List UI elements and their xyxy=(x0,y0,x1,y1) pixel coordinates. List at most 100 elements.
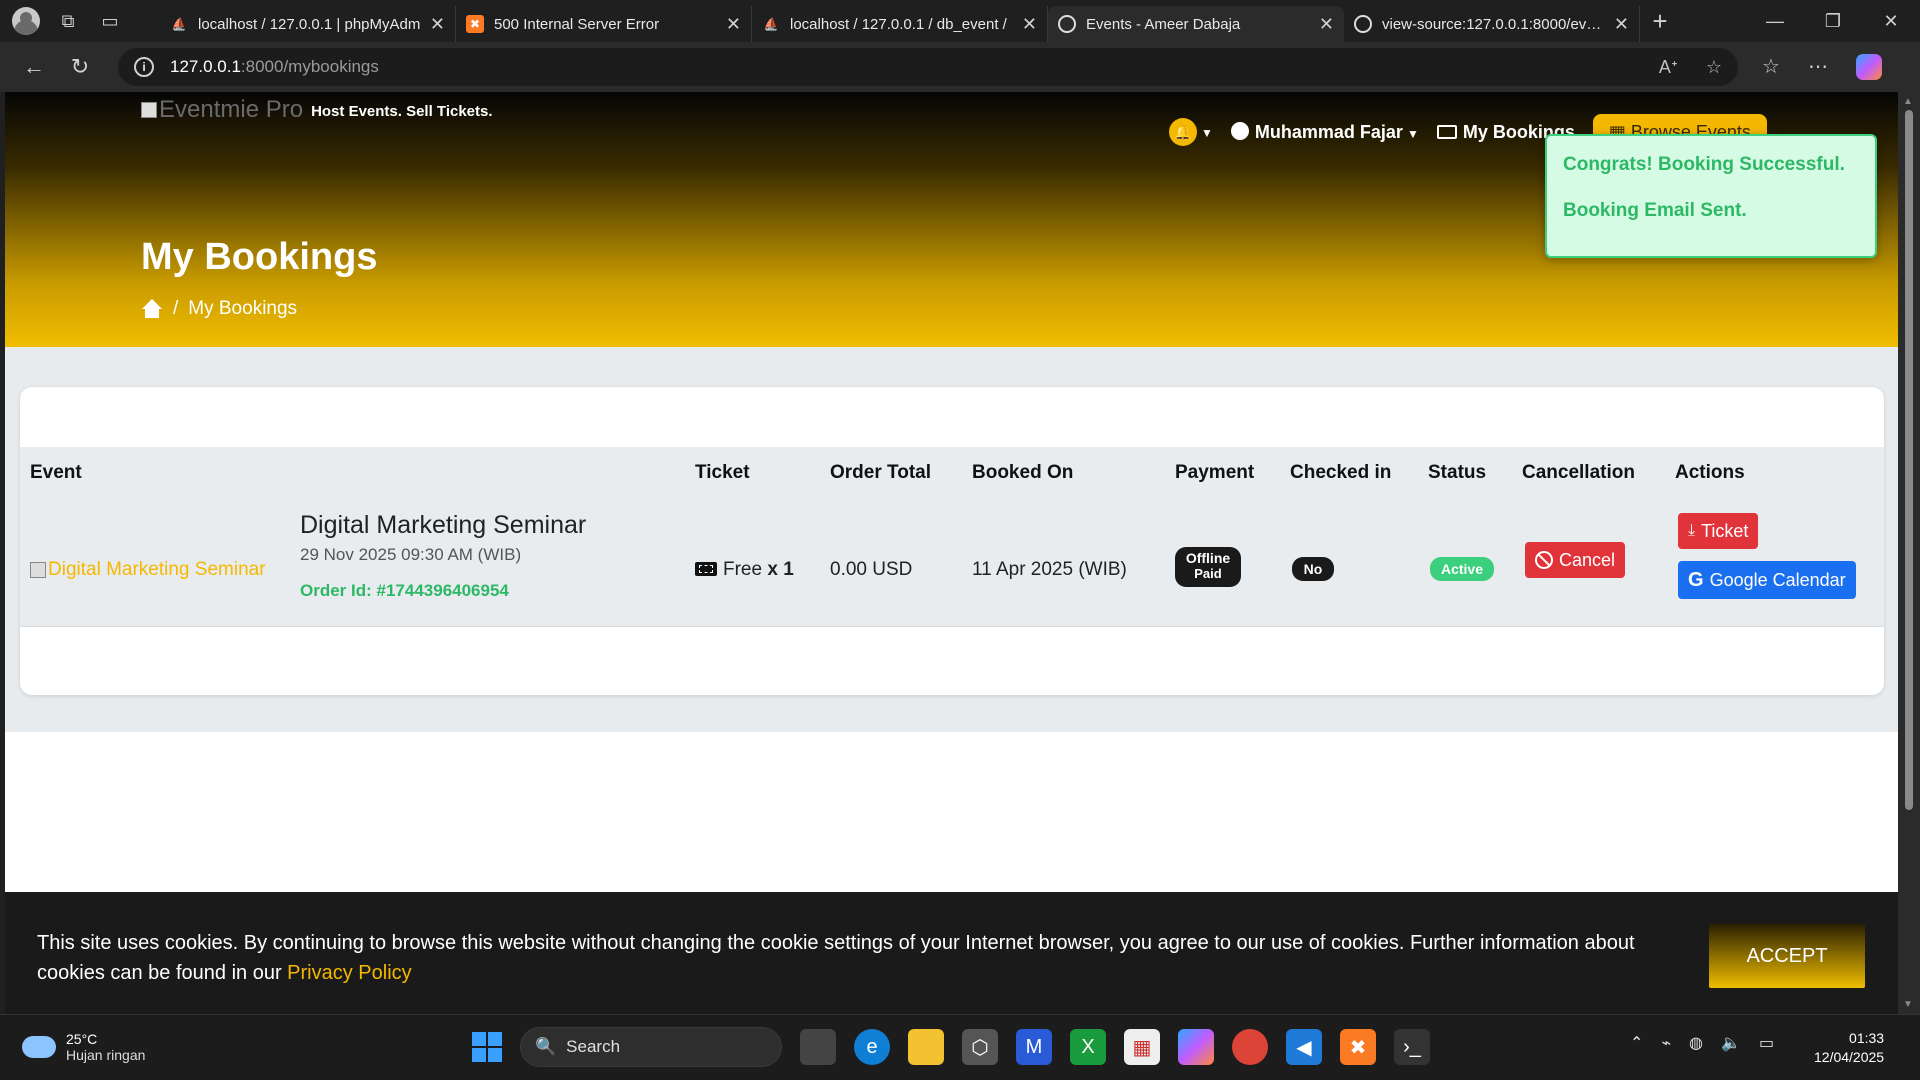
browser-tab-active[interactable]: Events - Ameer Dabaja ✕ xyxy=(1048,6,1344,42)
th-payment: Payment xyxy=(1175,462,1255,483)
cancel-booking-button[interactable]: Cancel xyxy=(1525,542,1626,578)
battery-icon[interactable]: ▭ xyxy=(1759,1033,1774,1053)
th-checked-in: Checked in xyxy=(1290,462,1392,483)
notifications-dropdown[interactable]: 🔔 ▼ xyxy=(1169,118,1213,146)
browser-tab[interactable]: ⛵ localhost / 127.0.0.1 / db_event / ✕ xyxy=(752,6,1048,42)
order-id: Order Id: #1744396406954 xyxy=(300,581,509,600)
page-viewport: Eventmie Pro Host Events. Sell Tickets. … xyxy=(5,92,1898,1014)
address-bar-row: ← ↻ i 127.0.0.1:8000/mybookings Aᐩ ☆ ☆ ⋯ xyxy=(0,42,1920,92)
search-icon: 🔍 xyxy=(535,1037,557,1056)
xampp-app-icon[interactable]: ✖ xyxy=(1340,1029,1376,1065)
vscode-icon[interactable]: ◀ xyxy=(1286,1029,1322,1065)
back-icon[interactable]: ← xyxy=(14,54,54,80)
close-tab-icon[interactable]: ✕ xyxy=(1022,14,1037,35)
breadcrumb-current: My Bookings xyxy=(188,298,298,319)
chrome-icon[interactable] xyxy=(1232,1029,1268,1065)
tab-actions-icon[interactable]: ▭ xyxy=(96,7,124,35)
close-tab-icon[interactable]: ✕ xyxy=(726,14,741,35)
breadcrumb: / My Bookings xyxy=(141,298,297,320)
more-menu-icon[interactable]: ⋯ xyxy=(1808,54,1828,80)
bell-icon: 🔔 xyxy=(1169,118,1197,146)
site-tagline: Host Events. Sell Tickets. xyxy=(311,103,493,120)
globe-icon xyxy=(1354,15,1372,33)
event-date: 29 Nov 2025 09:30 AM (WIB) xyxy=(300,545,522,564)
user-menu[interactable]: Muhammad Fajar ▼ xyxy=(1230,121,1419,143)
google-calendar-button[interactable]: G Google Calendar xyxy=(1678,561,1856,599)
broken-image-icon xyxy=(141,102,157,118)
store-icon[interactable]: ▦ xyxy=(1124,1029,1160,1065)
th-event: Event xyxy=(30,462,82,483)
page-scrollbar[interactable]: ▲ ▼ xyxy=(1898,92,1920,1014)
browser-tab[interactable]: view-source:127.0.0.1:8000/event ✕ xyxy=(1344,6,1640,42)
reload-icon[interactable]: ↻ xyxy=(60,54,100,80)
caret-down-icon: ▼ xyxy=(1201,125,1213,140)
payment-badge: Offline Paid xyxy=(1175,547,1241,587)
app-icon[interactable]: M xyxy=(1016,1029,1052,1065)
scroll-up-icon[interactable]: ▲ xyxy=(1903,96,1913,107)
weather-widget[interactable]: 25°C Hujan ringan xyxy=(22,1031,145,1063)
close-tab-icon[interactable]: ✕ xyxy=(430,14,445,35)
success-toast: Congrats! Booking Successful. Booking Em… xyxy=(1545,134,1877,258)
event-title-link[interactable]: Digital Marketing Seminar xyxy=(300,511,586,540)
bookings-card: Event Ticket Order Total Booked On Payme… xyxy=(20,387,1884,695)
th-order-total: Order Total xyxy=(830,462,931,483)
scrollbar-thumb[interactable] xyxy=(1905,110,1913,810)
th-ticket: Ticket xyxy=(695,462,750,483)
xampp-icon: ✖ xyxy=(466,15,484,33)
system-tray: ⌃ ⌁ ◍ 🔈 ▭ xyxy=(1630,1033,1774,1053)
app-icon[interactable]: ⬡ xyxy=(962,1029,998,1065)
th-booked-on: Booked On xyxy=(972,462,1074,483)
globe-icon[interactable]: ◍ xyxy=(1689,1033,1703,1053)
edge-icon[interactable]: e xyxy=(854,1029,890,1065)
th-actions: Actions xyxy=(1675,462,1745,483)
order-total: 0.00 USD xyxy=(830,559,913,580)
toast-message: Booking Email Sent. xyxy=(1563,200,1747,221)
close-window-icon[interactable]: ✕ xyxy=(1862,11,1920,32)
favorite-star-icon[interactable]: ☆ xyxy=(1706,57,1722,78)
scroll-down-icon[interactable]: ▼ xyxy=(1903,999,1913,1010)
new-tab-button[interactable]: + xyxy=(1640,6,1680,37)
site-logo[interactable]: Eventmie Pro Host Events. Sell Tickets. xyxy=(141,96,493,124)
toast-message: Congrats! Booking Successful. xyxy=(1563,154,1845,175)
copilot-icon[interactable] xyxy=(1855,54,1882,80)
url-input[interactable]: i 127.0.0.1:8000/mybookings Aᐩ ☆ xyxy=(118,48,1738,86)
browser-tab-bar: ⧉ ▭ ⛵ localhost / 127.0.0.1 | phpMyAdm ✕… xyxy=(0,0,1920,42)
privacy-policy-link[interactable]: Privacy Policy xyxy=(287,962,411,984)
home-icon[interactable] xyxy=(141,299,163,319)
workspaces-icon[interactable]: ⧉ xyxy=(54,7,82,35)
terminal-icon[interactable]: ›_ xyxy=(1394,1029,1430,1065)
browser-tab[interactable]: ⛵ localhost / 127.0.0.1 | phpMyAdm ✕ xyxy=(160,6,456,42)
file-explorer-icon[interactable] xyxy=(908,1029,944,1065)
favorites-icon[interactable]: ☆ xyxy=(1762,54,1780,80)
task-view-icon[interactable] xyxy=(800,1029,836,1065)
phpmyadmin-icon: ⛵ xyxy=(171,17,187,31)
volume-icon[interactable]: 🔈 xyxy=(1721,1033,1741,1053)
id-card-icon xyxy=(1436,124,1457,139)
chevron-up-icon[interactable]: ⌃ xyxy=(1630,1033,1643,1053)
download-icon: ⤓ xyxy=(1688,522,1696,539)
xbox-icon[interactable]: X xyxy=(1070,1029,1106,1065)
profile-avatar[interactable] xyxy=(12,7,40,35)
ticket-cell: Free x 1 xyxy=(695,559,794,581)
accept-cookies-button[interactable]: ACCEPT xyxy=(1709,924,1865,988)
read-aloud-icon[interactable]: Aᐩ xyxy=(1659,57,1678,78)
copilot-app-icon[interactable] xyxy=(1178,1029,1214,1065)
close-tab-icon[interactable]: ✕ xyxy=(1319,14,1334,35)
minimize-icon[interactable]: — xyxy=(1746,11,1804,32)
clock[interactable]: 01:33 12/04/2025 xyxy=(1814,1029,1884,1067)
rain-cloud-icon xyxy=(22,1036,56,1058)
phpmyadmin-icon: ⛵ xyxy=(763,17,779,31)
event-image[interactable]: Digital Marketing Seminar xyxy=(30,559,266,581)
download-ticket-button[interactable]: ⤓ Ticket xyxy=(1678,513,1759,549)
checked-in-badge: No xyxy=(1292,557,1334,581)
site-info-icon[interactable]: i xyxy=(134,57,154,77)
start-button[interactable] xyxy=(472,1032,502,1062)
broken-image-icon xyxy=(30,562,46,578)
page-title: My Bookings xyxy=(141,236,378,278)
cookie-message: This site uses cookies. By continuing to… xyxy=(37,932,1635,984)
close-tab-icon[interactable]: ✕ xyxy=(1614,14,1629,35)
taskbar-search[interactable]: 🔍 Search xyxy=(520,1027,782,1067)
restore-icon[interactable]: ❐ xyxy=(1804,11,1862,32)
network-icon[interactable]: ⌁ xyxy=(1661,1033,1671,1053)
browser-tab[interactable]: ✖ 500 Internal Server Error ✕ xyxy=(456,6,752,42)
